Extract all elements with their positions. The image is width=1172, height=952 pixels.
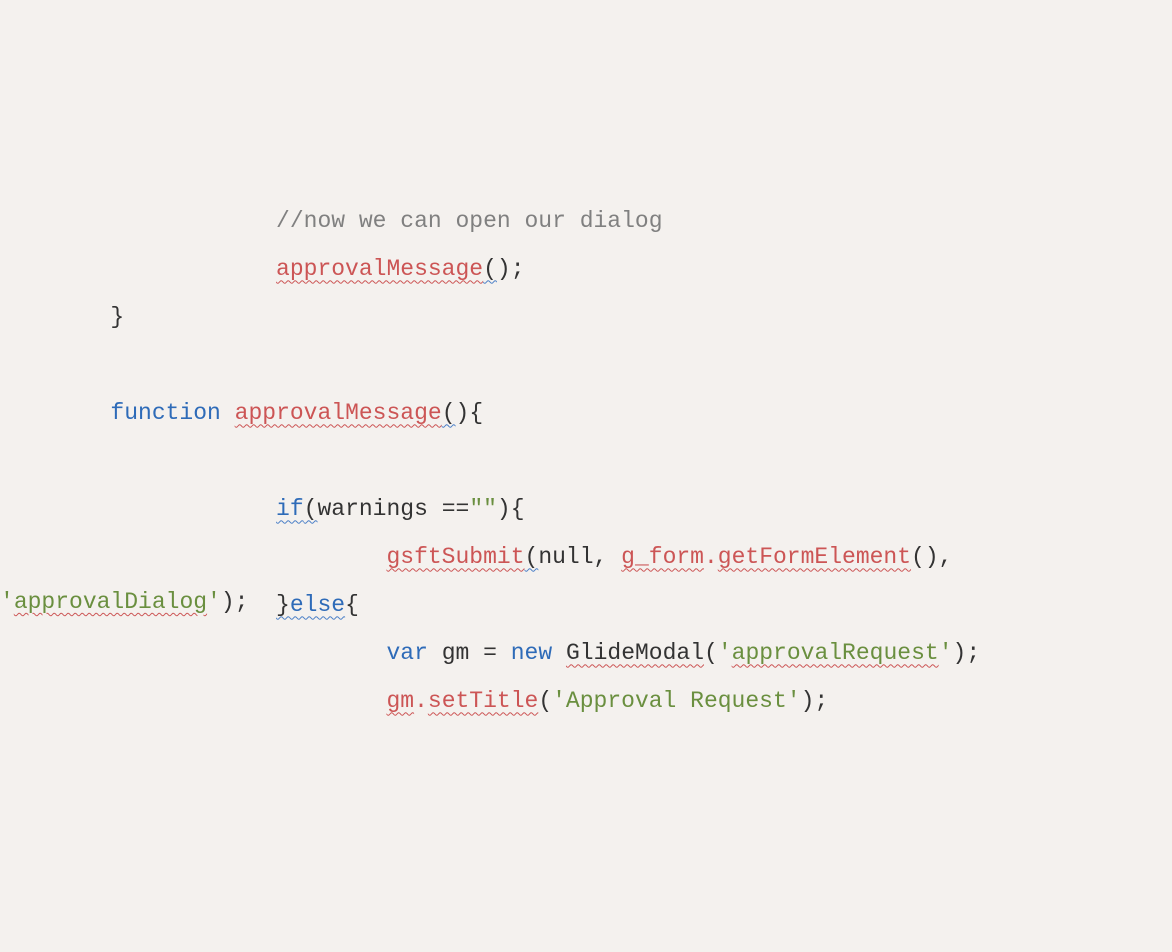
keyword-function: function bbox=[110, 400, 220, 426]
keyword-var: var bbox=[386, 640, 427, 666]
paren-close: ) bbox=[456, 400, 470, 426]
string-quote: ' bbox=[718, 640, 732, 666]
code-block[interactable]: //now we can open our dialog approvalMes… bbox=[0, 199, 1172, 727]
paren-close: ) bbox=[953, 640, 967, 666]
semicolon: ; bbox=[511, 256, 525, 282]
function-def-approvalMessage: approvalMessage bbox=[235, 400, 442, 426]
code-line: function approvalMessage(){ bbox=[0, 391, 1172, 439]
class-GlideModal: GlideModal bbox=[566, 640, 704, 666]
string-ApprovalRequest: 'Approval Request' bbox=[552, 688, 800, 714]
semicolon: ; bbox=[966, 640, 980, 666]
code-line: //now we can open our dialog bbox=[0, 199, 1172, 247]
null-literal: null bbox=[538, 544, 593, 570]
comma: , bbox=[939, 544, 953, 570]
identifier-gm: gm bbox=[386, 688, 414, 714]
brace-open: { bbox=[469, 400, 483, 426]
paren-open: ( bbox=[525, 544, 539, 570]
dot: . bbox=[704, 544, 718, 570]
code-line: gm.setTitle('Approval Request'); bbox=[0, 679, 1172, 727]
paren-close: ) bbox=[925, 544, 939, 570]
paren-close: ) bbox=[497, 496, 511, 522]
identifier-gm: gm bbox=[442, 640, 470, 666]
identifier-warnings: warnings bbox=[317, 496, 427, 522]
paren-close: ) bbox=[497, 256, 511, 282]
brace-open: { bbox=[511, 496, 525, 522]
comment: //now we can open our dialog bbox=[276, 208, 662, 234]
method-getFormElement: getFormElement bbox=[718, 544, 911, 570]
code-line: gsftSubmit(null, g_form.getFormElement()… bbox=[0, 535, 1172, 583]
paren-open: ( bbox=[304, 496, 318, 522]
method-setTitle: setTitle bbox=[428, 688, 538, 714]
string-empty: "" bbox=[469, 496, 497, 522]
operator-eq: == bbox=[442, 496, 470, 522]
brace-close: } bbox=[110, 304, 124, 330]
function-call-approvalMessage: approvalMessage bbox=[276, 256, 483, 282]
identifier-gform: g_form bbox=[621, 544, 704, 570]
semicolon: ; bbox=[814, 688, 828, 714]
code-line-blank bbox=[0, 343, 1172, 391]
dot: . bbox=[414, 688, 428, 714]
comma: , bbox=[594, 544, 608, 570]
keyword-if: if bbox=[276, 496, 304, 522]
code-line: var gm = new GlideModal('approvalRequest… bbox=[0, 631, 1172, 679]
operator-assign: = bbox=[483, 640, 497, 666]
keyword-else: else bbox=[290, 592, 345, 618]
code-line: }else{ bbox=[0, 583, 1172, 631]
paren-open: ( bbox=[704, 640, 718, 666]
paren-open: ( bbox=[442, 400, 456, 426]
paren-open: ( bbox=[911, 544, 925, 570]
brace-close: } bbox=[276, 592, 290, 618]
keyword-new: new bbox=[511, 640, 552, 666]
brace-open: { bbox=[345, 592, 359, 618]
string-approvalRequest: approvalRequest bbox=[732, 640, 939, 666]
code-line: if(warnings ==""){ bbox=[0, 487, 1172, 535]
code-line-blank bbox=[0, 439, 1172, 487]
code-line: } bbox=[0, 295, 1172, 343]
paren-open: ( bbox=[538, 688, 552, 714]
code-line: approvalMessage(); bbox=[0, 247, 1172, 295]
function-call-gsftSubmit: gsftSubmit bbox=[386, 544, 524, 570]
paren-open: ( bbox=[483, 256, 497, 282]
paren-close: ) bbox=[801, 688, 815, 714]
string-quote: ' bbox=[939, 640, 953, 666]
